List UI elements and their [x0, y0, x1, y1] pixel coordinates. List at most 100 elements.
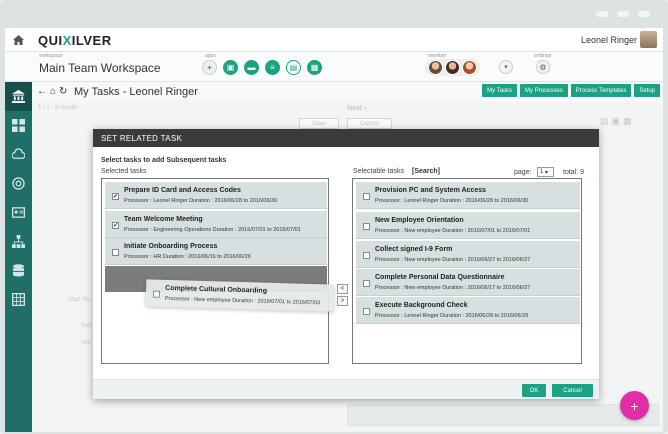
sidebar-item-contacts[interactable]: [5, 198, 32, 227]
sidebar-item-org[interactable]: [5, 227, 32, 256]
list-item[interactable]: Collect signed I-9 Form Processor : New …: [356, 241, 580, 268]
task-name: New Employee Orientation: [375, 217, 464, 224]
task-checkbox[interactable]: ✔: [112, 193, 119, 200]
window-dot[interactable]: [596, 11, 608, 17]
list-item[interactable]: New Employee Orientation Processor : New…: [356, 212, 580, 239]
app-logo: QUIXILVER: [38, 33, 112, 48]
task-checkbox[interactable]: [363, 252, 370, 259]
task-name: Team Welcome Meeting: [124, 216, 203, 223]
sub-label: Sub: [81, 323, 92, 329]
ok-button[interactable]: OK: [522, 384, 546, 397]
start-label: Start Re: [68, 297, 91, 303]
database-icon: [12, 264, 25, 277]
refresh-icon[interactable]: ↻: [59, 86, 70, 97]
cancel-button[interactable]: Cancel: [347, 118, 392, 129]
page-title: My Tasks - Leonel Ringer: [74, 86, 198, 98]
member-avatar[interactable]: [462, 60, 477, 75]
sidebar-item-dashboard[interactable]: [5, 111, 32, 140]
move-left-button[interactable]: <: [337, 284, 348, 294]
move-right-button[interactable]: >: [337, 296, 348, 306]
back-arrow-icon[interactable]: ←: [37, 86, 50, 97]
sidebar-item-bank[interactable]: [5, 82, 32, 111]
home-small-icon[interactable]: ⌂: [50, 86, 59, 97]
apps-caption: apps: [205, 53, 216, 59]
task-name: Initiate Onboarding Process: [124, 243, 218, 250]
tab-my-tasks[interactable]: My Tasks: [482, 84, 518, 97]
avatar[interactable]: [640, 31, 657, 48]
user-name[interactable]: Leonel Ringer: [581, 35, 637, 45]
task-checkbox[interactable]: [363, 308, 370, 315]
bank-icon: [12, 90, 25, 103]
list-item[interactable]: Provision PC and System Access Processor…: [356, 182, 580, 209]
member-avatar[interactable]: [428, 60, 443, 75]
id-card-icon: [12, 207, 25, 218]
sidebar: [5, 82, 32, 432]
task-name: Collect signed I-9 Form: [375, 246, 453, 253]
task-checkbox[interactable]: [363, 223, 370, 230]
total-count: total: 9: [563, 169, 585, 176]
toolbar-icons[interactable]: ▤▣▦: [600, 116, 635, 127]
settings-caption: settings: [534, 53, 552, 59]
task-checkbox[interactable]: [152, 290, 161, 298]
folder-icon[interactable]: ▬: [244, 60, 259, 75]
app-icons: + ▣ ▬ ≡ ▤ ▦: [202, 60, 322, 75]
page-select[interactable]: 1 ▾: [537, 167, 554, 177]
workspace-title[interactable]: Main Team Workspace: [39, 61, 161, 75]
task-checkbox[interactable]: [112, 249, 119, 256]
workspace-caption: workspace: [39, 53, 63, 59]
app-window: QUIXILVER Leonel Ringer workspace Main T…: [5, 28, 663, 432]
add-app-icon[interactable]: +: [202, 60, 217, 75]
sidebar-item-table[interactable]: [5, 285, 32, 314]
chat-icon[interactable]: ▣: [223, 60, 238, 75]
tab-my-processes[interactable]: My Processes: [520, 84, 568, 97]
tab-process-templates[interactable]: Process Templates: [570, 84, 632, 97]
sidebar-item-cloud[interactable]: [5, 140, 32, 169]
task-meta: Processor : New employee Duration : 2016…: [375, 228, 531, 234]
task-name: Complete Personal Data Questionnaire: [375, 274, 505, 281]
task-meta: Processor : Leonel Ringer Duration : 201…: [375, 313, 529, 319]
task-checkbox[interactable]: [363, 193, 370, 200]
selectable-tasks-list[interactable]: Provision PC and System Access Processor…: [352, 178, 582, 364]
add-fab-button[interactable]: +: [620, 391, 649, 420]
list-item[interactable]: Complete Personal Data Questionnaire Pro…: [356, 269, 580, 296]
search-link[interactable]: [Search]: [412, 168, 440, 175]
list-icon[interactable]: ≡: [265, 60, 280, 75]
list-item[interactable]: Execute Background Check Processor : Leo…: [356, 297, 580, 324]
sidebar-item-support[interactable]: [5, 169, 32, 198]
task-meta: Processor : Leonel Ringer Duration : 201…: [124, 198, 278, 204]
move-buttons: < >: [337, 284, 348, 308]
sidebar-item-database[interactable]: [5, 256, 32, 285]
save-button[interactable]: Save: [299, 118, 339, 129]
list-item[interactable]: ✔ Team Welcome Meeting Processor : Engin…: [105, 211, 327, 238]
member-dropdown-icon[interactable]: ▾: [499, 60, 513, 74]
form-icon[interactable]: ▦: [307, 60, 322, 75]
set-related-task-dialog: SET RELATED TASK Select tasks to add Sub…: [93, 129, 599, 399]
next-link[interactable]: Next ›: [347, 105, 366, 112]
member-avatar[interactable]: [445, 60, 460, 75]
workspace-bar: workspace Main Team Workspace apps + ▣ ▬…: [5, 52, 663, 82]
table-icon: [12, 293, 25, 306]
list-item[interactable]: ✔ Prepare ID Card and Access Codes Proce…: [105, 182, 327, 209]
task-checkbox[interactable]: ✔: [112, 222, 119, 229]
window-dot[interactable]: [638, 11, 650, 17]
selected-tasks-list[interactable]: ✔ Prepare ID Card and Access Codes Proce…: [101, 178, 329, 364]
visi-label: Visi: [81, 340, 91, 346]
task-name: Execute Background Check: [375, 302, 468, 309]
tab-setup[interactable]: Setup: [634, 84, 660, 97]
result-counter: 1 / 1 - 3 results: [38, 105, 78, 111]
selected-tasks-label: Selected tasks: [101, 168, 147, 175]
task-checkbox[interactable]: [363, 280, 370, 287]
cancel-button[interactable]: Cancel: [552, 384, 593, 397]
page-header: ←⌂↻ My Tasks - Leonel Ringer My Tasks My…: [32, 82, 663, 102]
tasks-icon[interactable]: ▤: [286, 60, 301, 75]
cloud-icon: [12, 148, 25, 159]
dragged-task[interactable]: Complete Cultural Onboarding Processor :…: [145, 279, 335, 312]
gear-icon[interactable]: ⚙: [536, 60, 550, 74]
dialog-instruction: Select tasks to add Subsequent tasks: [101, 157, 227, 164]
window-dot[interactable]: [617, 11, 629, 17]
task-name: Provision PC and System Access: [375, 187, 487, 194]
home-icon[interactable]: [5, 28, 31, 52]
grid-icon: [12, 119, 25, 132]
content-panel: [347, 404, 659, 426]
list-item[interactable]: Initiate Onboarding Process Processor : …: [105, 238, 327, 265]
